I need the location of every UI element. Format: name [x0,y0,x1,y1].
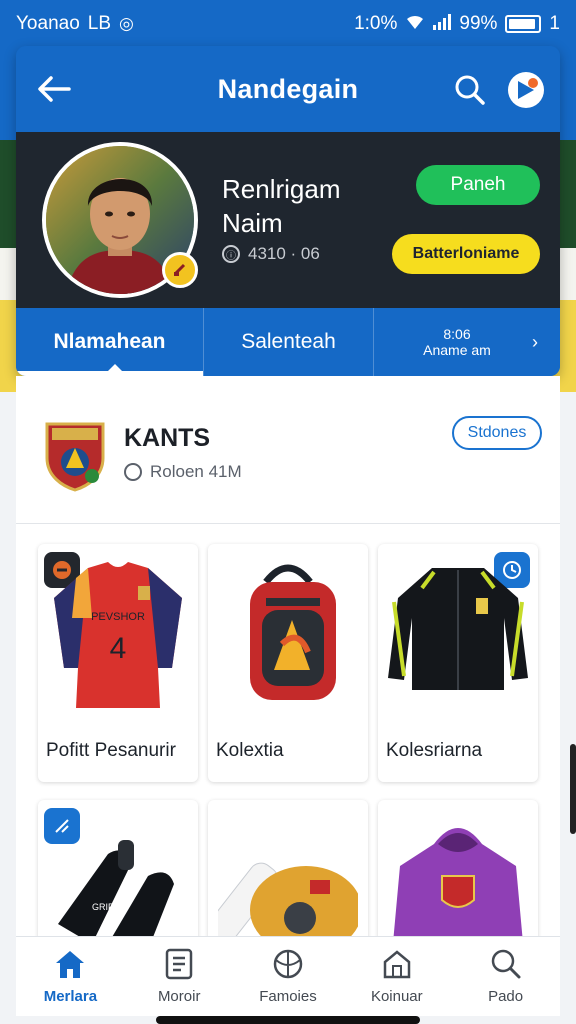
clock-icon: ⓘ [222,245,240,263]
hoodie-icon [393,828,523,936]
product-card[interactable]: GRIP [38,800,198,936]
profile-tabs: Nlamahean Salenteah 8:06 Aname am › [16,308,560,376]
carrier-extra: LB [87,13,112,34]
shop-icon [383,950,411,979]
profile-header: Renlrigam Naim ⓘ 4310 · 06 Paneh Batterl… [16,132,560,308]
product-name: Kolesriarna [386,740,483,761]
nav-favorites-label: Famoies [259,988,317,1005]
backpack-icon [250,564,336,700]
follow-button[interactable]: Paneh [416,165,540,205]
profile-meta-text: 4310 · 06 [248,244,320,263]
membership-button[interactable]: Batterloniame [392,234,540,274]
product-card[interactable]: PEVSHOR 4 Pofitt Pesanurir [38,544,198,782]
team-location: Roloen 41M [124,462,242,482]
nav-search[interactable]: Pado [451,937,560,1016]
nav-shop-label: Koinuar [370,988,423,1005]
search-button[interactable] [452,72,488,108]
location-icon [124,463,142,481]
wifi-icon [405,14,425,35]
chevron-right-icon[interactable]: › [532,332,538,353]
brand-button[interactable] [508,72,544,108]
home-indicator[interactable] [156,1016,420,1024]
list-icon [165,948,193,980]
product-card[interactable]: Kolesriarna [378,544,538,782]
product-card[interactable] [208,800,368,936]
status-left: Yoanao LB ◎ [16,13,134,35]
team-name: KANTS [124,424,211,452]
nav-home-label: Merlara [43,988,98,1005]
data-rate: 1:0% [354,13,398,34]
app-bar: Nandegain [16,46,560,132]
battery-percent: 99% [459,13,498,34]
product-card[interactable] [378,800,538,936]
svg-text:PEVSHOR: PEVSHOR [91,611,145,623]
team-section: KANTS Roloen 41M Stdones [16,376,560,524]
nav-favorites[interactable]: Famoies [234,937,343,1016]
tab-collection[interactable]: Salenteah [204,308,374,376]
nav-orders-label: Moroir [157,988,201,1005]
signal-icon [433,13,452,35]
home-icon [56,951,85,978]
search-icon [491,949,521,979]
ball-icon [273,949,303,979]
gloves-icon: GRIP [58,840,174,936]
product-name: Pofitt Pesanurir [46,740,176,761]
stores-button[interactable]: Stdones [452,416,542,450]
brand-logo-icon [518,78,538,99]
status-bar: Yoanao LB ◎ 1:0% 99% 1 [0,0,576,48]
verified-badge-icon [162,252,198,288]
back-button[interactable] [34,72,74,106]
profile-meta: ⓘ 4310 · 06 [222,244,320,264]
accessories-icon [218,862,358,936]
battery-icon [505,15,542,33]
carrier-text: Yoanao [16,13,80,34]
team-location-text: Roloen 41M [150,462,242,481]
profile-name: Renlrigam Naim [222,174,341,238]
sim-text: 1 [549,13,560,34]
tab-overview[interactable]: Nlamahean [16,308,204,376]
svg-text:GRIP: GRIP [92,902,114,912]
product-grid: PEVSHOR 4 Pofitt Pesanurir Kolextia Kole… [16,524,560,936]
jersey-icon: PEVSHOR 4 [54,562,182,708]
jacket-icon [388,568,528,690]
product-card[interactable]: Kolextia [208,544,368,782]
nav-shop[interactable]: Koinuar [342,937,451,1016]
nav-search-label: Pado [488,988,524,1005]
nav-home[interactable]: Merlara [16,937,125,1016]
back-arrow-icon [38,76,71,102]
status-right: 1:0% 99% 1 [354,13,560,35]
tab-schedule-label: Aname am [423,342,491,358]
team-crest-icon[interactable] [44,418,106,492]
sync-icon: ◎ [119,14,134,33]
profile-card: Nandegain Renlrigam Naim ⓘ 4310 · 06 Pan… [16,46,560,376]
search-icon [455,75,485,105]
bottom-nav: Merlara Moroir Famoies Koinuar Pado [16,936,560,1016]
tab-schedule-time: 8:06 [443,326,471,342]
nav-orders[interactable]: Moroir [125,937,234,1016]
product-name: Kolextia [216,740,284,761]
svg-text:4: 4 [110,632,127,665]
scrollbar[interactable] [570,744,576,834]
